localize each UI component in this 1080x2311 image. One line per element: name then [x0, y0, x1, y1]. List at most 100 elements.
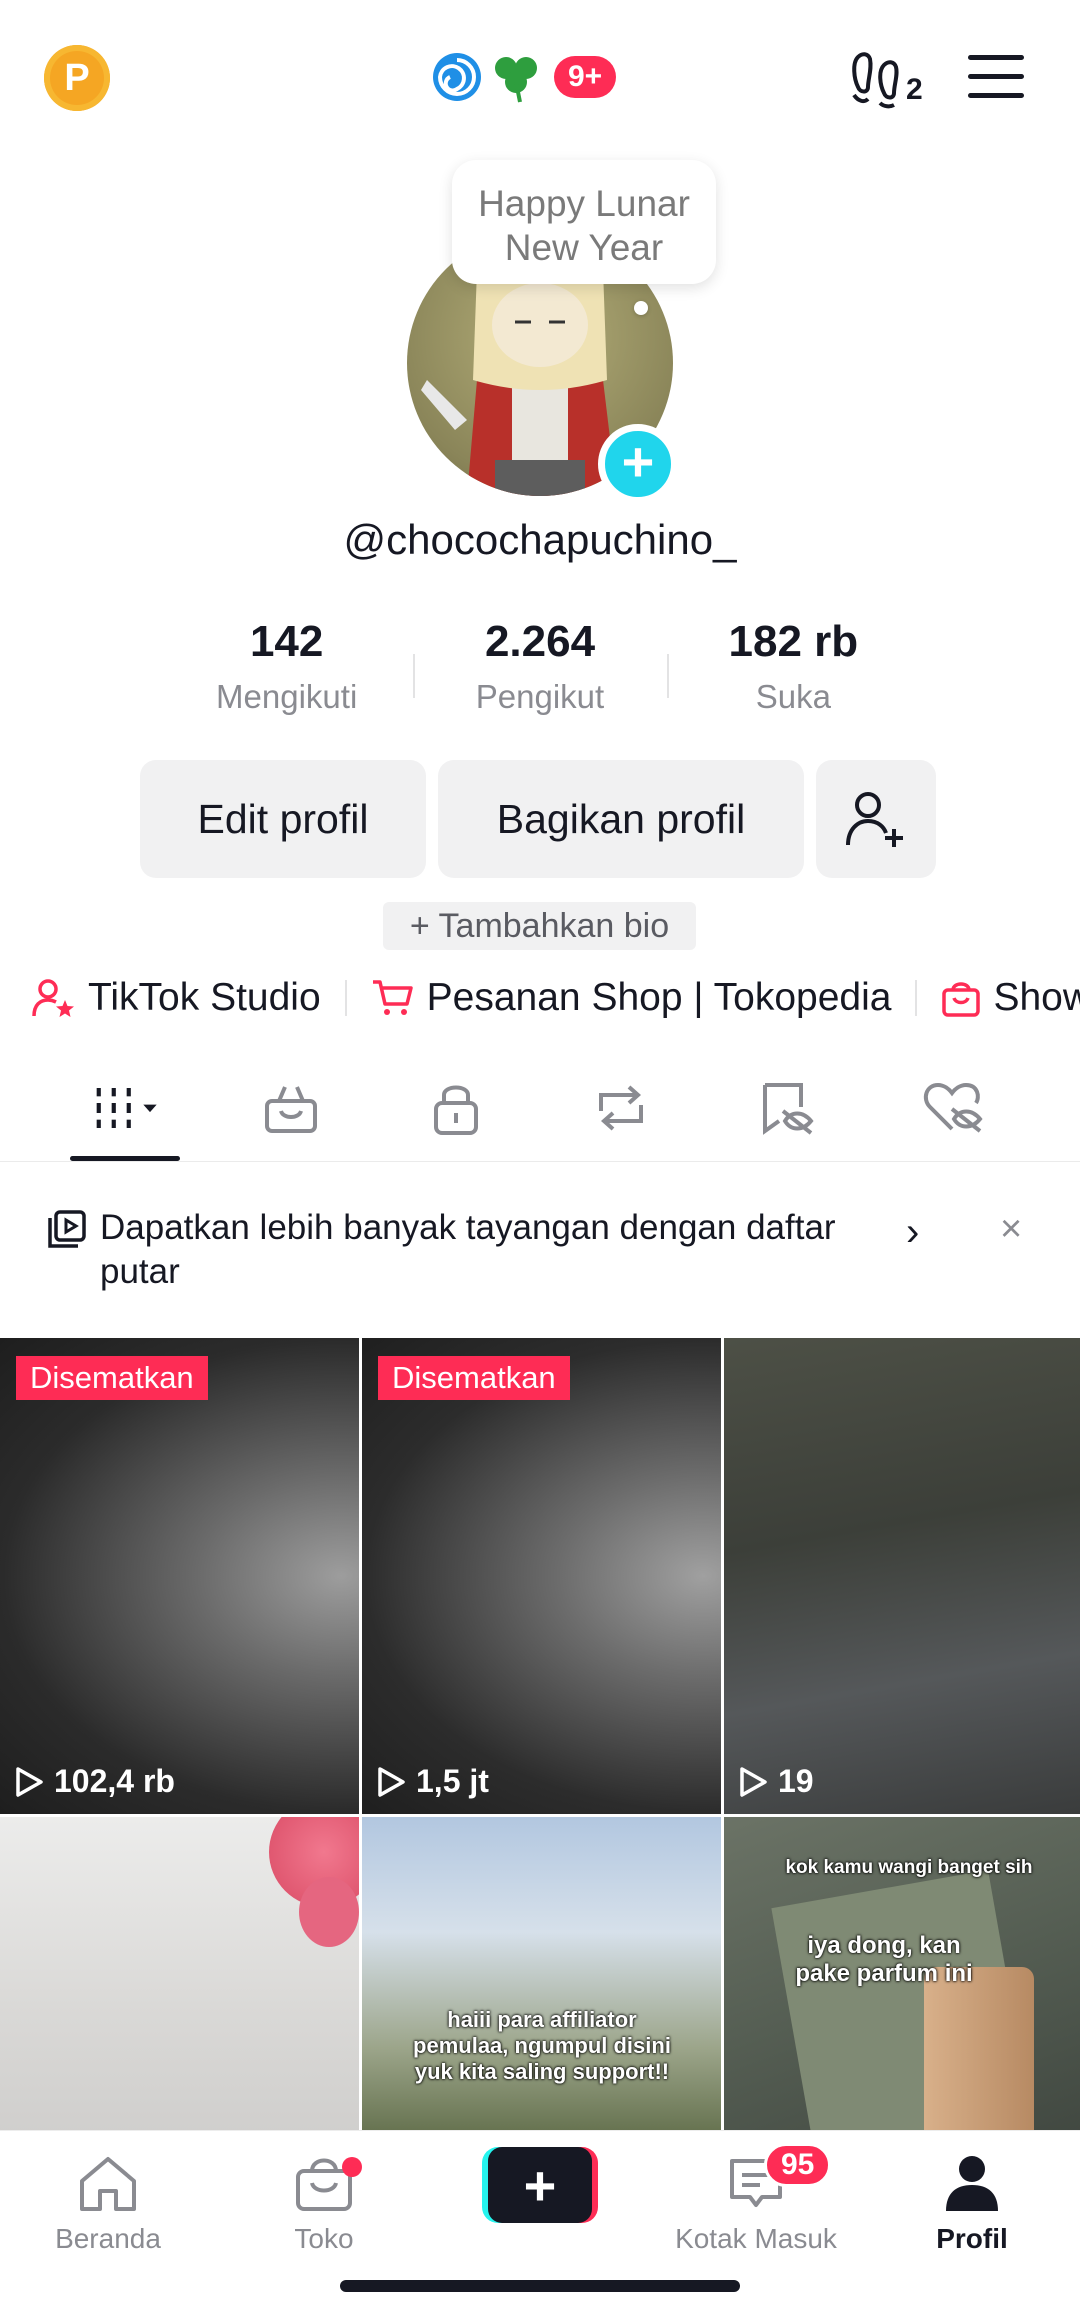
tab-shop[interactable] — [256, 1078, 326, 1138]
tab-videos[interactable] — [90, 1078, 160, 1138]
video-thumbnail[interactable]: Disematkan 1,5 jt — [362, 1338, 721, 1814]
tooltip-pointer — [634, 301, 648, 315]
tab-reposts[interactable] — [586, 1078, 656, 1138]
view-count-value: 102,4 rb — [54, 1763, 175, 1799]
shop-icon — [265, 1086, 317, 1133]
coin-icon[interactable]: P — [44, 45, 110, 111]
rose-decoration — [299, 1877, 359, 1947]
coin-letter: P — [64, 56, 90, 99]
stat-following[interactable]: 142 Mengikuti — [160, 614, 413, 734]
profile-icon — [946, 2156, 998, 2211]
tab-saved[interactable] — [752, 1078, 822, 1138]
playlist-banner-text: Dapatkan lebih banyak tayangan dengan da… — [100, 1208, 836, 1291]
top-bar: P 9+ 2 — [0, 0, 1080, 150]
stat-value: 2.264 — [484, 617, 596, 666]
shop-orders-link[interactable]: Pesanan Shop | Tokopedia — [371, 976, 892, 1020]
footprint-icon — [852, 52, 899, 109]
add-bio-button[interactable]: + Tambahkan bio — [383, 902, 696, 950]
notification-dot — [342, 2157, 362, 2177]
profile-stats: 142 Mengikuti 2.264 Pengikut 182 rb Suka — [160, 614, 920, 734]
nav-shop[interactable]: Toko — [224, 2151, 424, 2255]
video-thumbnail[interactable]: Disematkan 102,4 rb — [0, 1338, 359, 1814]
stat-value: 182 rb — [728, 617, 859, 666]
pinned-badge: Disematkan — [16, 1356, 208, 1400]
video-thumbnail[interactable]: 19 — [724, 1338, 1080, 1814]
profile-links: TikTok Studio Pesanan Shop | Tokopedia S… — [32, 968, 1080, 1028]
swirl-icon — [433, 53, 481, 101]
clover-icon — [495, 57, 537, 103]
profile-actions: Edit profil Bagikan profil — [140, 760, 936, 878]
close-icon[interactable]: × — [1000, 1208, 1022, 1251]
edit-profile-button[interactable]: Edit profil — [140, 760, 426, 878]
lunar-new-year-tooltip[interactable]: Happy Lunar New Year — [452, 160, 716, 284]
play-icon — [378, 1766, 405, 1797]
video-thumbnail[interactable] — [0, 1817, 359, 2147]
link-divider — [344, 980, 347, 1016]
view-count: 19 — [738, 1763, 814, 1800]
stat-followers[interactable]: 2.264 Pengikut — [413, 614, 666, 734]
nav-inbox[interactable]: 95 Kotak Masuk — [656, 2143, 856, 2255]
video-caption: iya dong, kan pake parfum ini — [795, 1932, 973, 1987]
nav-home[interactable]: Beranda — [8, 2151, 208, 2255]
video-grid: Disematkan 102,4 rb Disematkan 1,5 jt 19… — [0, 1338, 1080, 2147]
nav-profile[interactable]: Profil — [872, 2151, 1072, 2255]
perfume-bottle — [924, 1967, 1034, 2147]
status-icons[interactable]: 9+ — [430, 45, 617, 109]
video-caption: kok kamu wangi banget sih — [785, 1857, 1033, 1878]
inbox-badge: 95 — [764, 2143, 832, 2187]
stat-label: Pengikut — [475, 678, 605, 715]
link-divider — [915, 980, 918, 1016]
video-thumbnail[interactable]: haiii para affiliator pemulaa, ngumpul d… — [362, 1817, 721, 2147]
repost-icon — [599, 1085, 643, 1131]
username: @chocochapuchino_ — [343, 516, 737, 563]
home-icon — [80, 2157, 136, 2211]
view-count: 102,4 rb — [14, 1763, 175, 1800]
add-story-button[interactable]: + — [598, 424, 678, 504]
nav-label: Beranda — [55, 2223, 161, 2254]
shop-bag-icon — [942, 982, 981, 1017]
profile-views-button[interactable]: 2 — [850, 45, 923, 109]
view-count: 1,5 jt — [376, 1763, 489, 1800]
link-label: Pesanan Shop | Tokopedia — [426, 976, 892, 1019]
plus-icon: + — [621, 430, 655, 493]
stat-likes[interactable]: 182 rb Suka — [666, 614, 920, 734]
playlist-banner[interactable]: Dapatkan lebih banyak tayangan dengan da… — [0, 1162, 1080, 1338]
chevron-right-icon[interactable]: › — [906, 1210, 919, 1255]
menu-icon[interactable] — [968, 55, 1024, 99]
notification-badge: 9+ — [554, 56, 617, 98]
add-friend-button[interactable] — [816, 760, 936, 878]
liked-icon — [923, 1082, 983, 1133]
lock-icon — [434, 1085, 478, 1135]
video-thumbnail[interactable]: kok kamu wangi banget sih iya dong, kan … — [724, 1817, 1080, 2147]
link-label: Show — [993, 976, 1080, 1019]
stat-label: Mengikuti — [216, 678, 358, 715]
video-caption: haiii para affiliator pemulaa, ngumpul d… — [413, 2007, 671, 2084]
nav-label: Toko — [294, 2223, 354, 2254]
tiktok-studio-link[interactable]: TikTok Studio — [32, 976, 321, 1020]
home-indicator — [340, 2280, 740, 2292]
user-star-icon — [32, 979, 74, 1017]
view-count-value: 1,5 jt — [416, 1763, 489, 1799]
tab-private[interactable] — [421, 1078, 491, 1138]
showcase-link[interactable]: Show — [941, 976, 1080, 1020]
tab-liked[interactable] — [918, 1078, 988, 1138]
link-label: TikTok Studio — [88, 976, 321, 1019]
share-profile-button[interactable]: Bagikan profil — [438, 760, 804, 878]
play-icon — [740, 1766, 767, 1797]
add-user-icon — [846, 792, 903, 847]
profile-tabs — [0, 1060, 1080, 1162]
videos-icon — [96, 1088, 157, 1128]
create-button[interactable]: + — [482, 2147, 598, 2223]
footprint-count: 2 — [906, 73, 923, 106]
play-icon — [16, 1766, 43, 1797]
view-count-value: 19 — [778, 1763, 814, 1799]
pinned-badge: Disematkan — [378, 1356, 570, 1400]
playlist-icon — [48, 1210, 86, 1248]
stat-value: 142 — [249, 617, 324, 666]
cart-icon — [372, 980, 413, 1015]
nav-label: Profil — [936, 2223, 1008, 2254]
stat-label: Suka — [755, 678, 831, 715]
active-tab-indicator — [70, 1156, 180, 1161]
plus-icon: + — [488, 2147, 592, 2223]
saved-icon — [763, 1083, 814, 1135]
